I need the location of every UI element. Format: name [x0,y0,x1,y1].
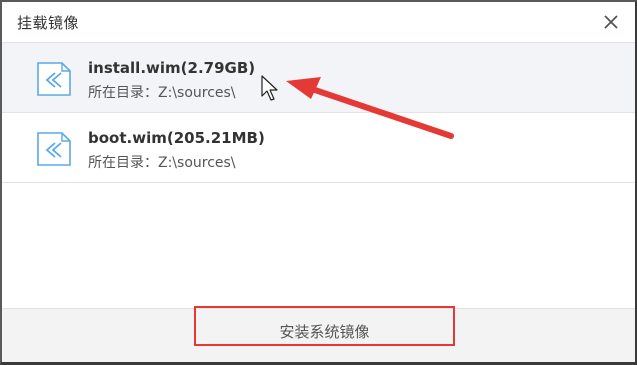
list-item-boot-wim[interactable]: boot.wim(205.21MB) 所在目录：Z:\sources\ [2,113,635,183]
file-name: install.wim(2.79GB) [88,59,256,77]
divider [2,182,635,183]
file-arrow-icon [34,59,74,99]
dialog-title: 挂载镜像 [17,14,80,32]
file-name: boot.wim(205.21MB) [88,129,265,147]
image-file-list: install.wim(2.79GB) 所在目录：Z:\sources\ boo… [2,42,635,309]
install-system-image-button[interactable]: 安装系统镜像 [194,306,455,346]
close-icon[interactable] [601,12,621,32]
file-arrow-icon [34,129,74,169]
list-item-install-wim[interactable]: install.wim(2.79GB) 所在目录：Z:\sources\ [2,43,635,113]
mount-image-dialog: 挂载镜像 install.wim(2.79GB) 所在目录：Z:\sources… [0,0,637,365]
file-path: 所在目录：Z:\sources\ [88,155,236,171]
file-path: 所在目录：Z:\sources\ [88,85,236,101]
dialog-titlebar: 挂载镜像 [2,2,635,42]
